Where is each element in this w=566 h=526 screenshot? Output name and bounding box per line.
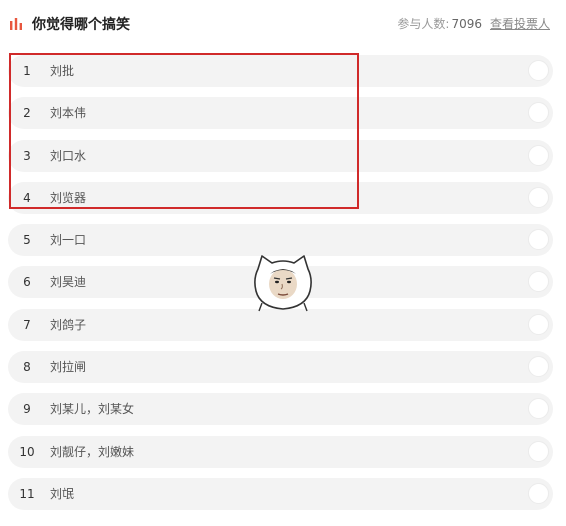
cartoon-face-sticker [254,255,312,312]
radio-button[interactable] [528,229,549,251]
radio-button[interactable] [528,60,549,81]
poll-option[interactable]: 5 刘一口 [8,224,553,257]
option-number: 6 [23,275,31,290]
option-number: 10 [19,444,35,459]
option-number: 9 [23,402,31,417]
poll-option[interactable]: 11 刘氓 [8,477,553,510]
option-number: 11 [19,486,35,501]
poll-option[interactable]: 9 刘某儿，刘某女 [8,393,553,426]
option-number: 1 [23,64,31,78]
poll-option[interactable]: 2 刘本伟 [8,97,553,130]
radio-button[interactable] [528,271,549,293]
option-label: 刘氓 [50,486,75,501]
option-label: 刘某儿，刘某女 [50,402,135,417]
option-label: 刘昊迪 [50,275,87,290]
radio-button[interactable] [528,313,549,335]
radio-button[interactable] [528,102,549,124]
vote-widget: 你觉得哪个搞笑 参与人数: 7096 查看投票人 1 刘批 2 刘本伟 3 刘口水 … [0,0,566,526]
poll-option[interactable]: 10 刘靓仔，刘嫩妹 [8,435,553,468]
option-number: 7 [23,317,31,332]
poll-option[interactable]: 7 刘鸽子 [8,308,553,341]
option-number: 3 [23,148,31,163]
option-label: 刘靓仔，刘嫩妹 [50,444,135,459]
option-label: 刘本伟 [50,106,87,121]
option-number: 8 [23,360,31,375]
option-label: 刘口水 [50,148,87,163]
radio-button[interactable] [528,440,549,462]
poll-option[interactable]: 1 刘批 [8,55,553,87]
view-voters-link[interactable]: 查看投票人 [490,17,550,31]
poll-option[interactable]: 3 刘口水 [8,139,553,172]
option-number: 4 [23,190,31,205]
option-number: 5 [23,233,31,248]
radio-button[interactable] [528,356,549,378]
bar-chart-icon [10,18,22,30]
poll-option[interactable]: 4 刘览器 [8,181,553,214]
poll-option[interactable]: 8 刘拉闸 [8,351,553,384]
participants-label: 参与人数: [397,17,450,31]
option-label: 刘鸽子 [50,317,87,332]
option-label: 刘拉闸 [50,360,87,375]
poll-header: 你觉得哪个搞笑 参与人数: 7096 查看投票人 [0,0,566,50]
poll-title: 你觉得哪个搞笑 [32,17,130,33]
radio-button[interactable] [528,482,549,504]
option-label: 刘一口 [50,233,87,248]
poll-stats: 参与人数: 7096 查看投票人 [397,17,550,31]
radio-button[interactable] [528,186,549,208]
option-number: 2 [23,106,31,121]
participants-count: 7096 [451,17,482,31]
option-label: 刘批 [50,64,75,78]
radio-button[interactable] [528,144,549,166]
radio-button[interactable] [528,398,549,420]
option-label: 刘览器 [50,190,87,205]
